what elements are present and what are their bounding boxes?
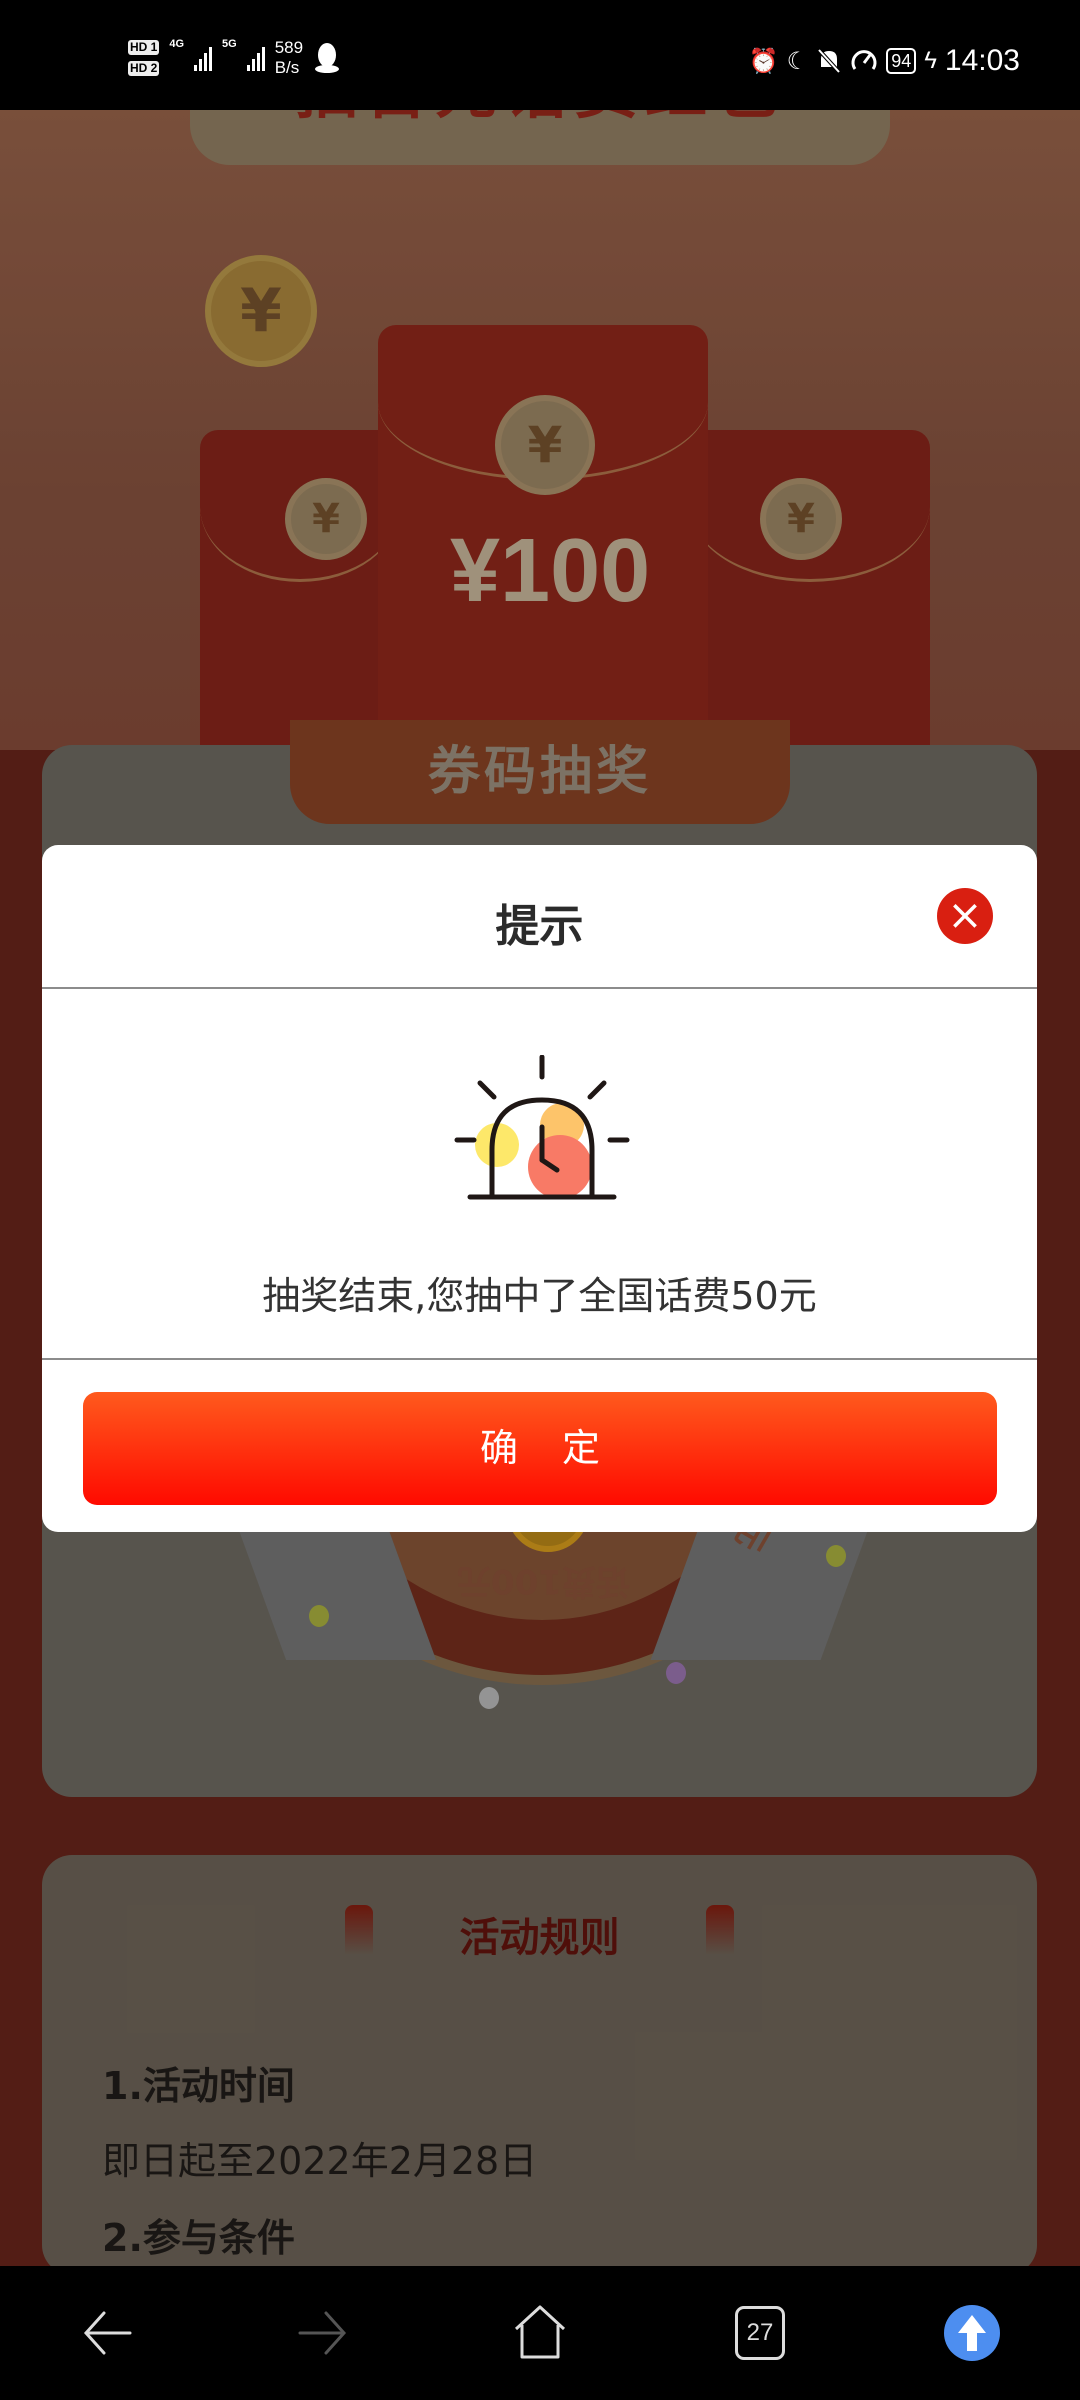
- alarm-siren-icon: [454, 1055, 630, 1200]
- rule-heading: 1.活动时间: [102, 2064, 295, 2108]
- lottery-section-title: 券码抽奖: [427, 742, 652, 802]
- rule-heading: 2.参与条件: [102, 2216, 295, 2260]
- tabs-button[interactable]: 27: [728, 2301, 792, 2365]
- rule-text: 即日起至2022年2月28日: [102, 2139, 538, 2183]
- bell-off-icon: [817, 48, 841, 74]
- signal-icon: [246, 45, 265, 71]
- forward-icon[interactable]: [290, 2301, 354, 2365]
- close-icon: ×: [947, 890, 983, 939]
- rules-title: 活动规则: [459, 1915, 620, 1961]
- back-icon[interactable]: [76, 2301, 140, 2365]
- envelope-coin-icon: ¥: [760, 478, 842, 560]
- result-dialog: 提示 × 抽奖结束,您抽中了全国话费50元 确定: [42, 845, 1037, 1532]
- wheel-prize-label: 话费100元: [457, 1561, 630, 1601]
- hero-banner: 抽百元话费红包 ¥ ¥ ¥ ¥ ¥100: [0, 110, 1080, 750]
- banner-title: 抽百元话费红包: [190, 110, 890, 130]
- tabs-count: 27: [735, 2306, 785, 2360]
- divider: [42, 1358, 1037, 1360]
- charging-icon: ϟ: [924, 47, 937, 74]
- envelope-amount: ¥100: [450, 521, 651, 621]
- alarm-icon: ⏰: [748, 47, 779, 75]
- signal-icon: [194, 45, 213, 71]
- wheel-bulb: [666, 1662, 686, 1684]
- status-bar: HD 1 HD 2 4G 5G 589 B/s ⏰ ☾ 94 ϟ 14:03: [0, 0, 1080, 110]
- envelope-coin-icon: ¥: [285, 478, 367, 560]
- confirm-button[interactable]: 确定: [83, 1392, 997, 1505]
- clock: 14:03: [944, 44, 1020, 77]
- network-speed: 589 B/s: [275, 38, 303, 78]
- speed-value: 589: [274, 38, 304, 57]
- sim2-badge: HD 2: [128, 61, 160, 76]
- divider: [42, 987, 1037, 989]
- wheel-bulb: [826, 1545, 846, 1567]
- rules-card: 活动规则 1.活动时间 即日起至2022年2月28日 2.参与条件: [42, 1855, 1037, 2275]
- network1-label: 4G: [169, 38, 185, 50]
- envelope-coin-icon: ¥: [495, 395, 595, 495]
- coin-icon: ¥: [205, 255, 317, 367]
- wheel-bulb: [479, 1687, 499, 1709]
- speed-unit: B/s: [274, 58, 300, 77]
- battery-icon: 94: [886, 48, 917, 74]
- wheel-bulb: [309, 1605, 329, 1627]
- speed-icon: [851, 50, 877, 70]
- sim-indicators: HD 1 HD 2: [128, 40, 160, 76]
- network2-label: 5G: [222, 38, 237, 50]
- dialog-message: 抽奖结束,您抽中了全国话费50元: [262, 1274, 817, 1318]
- moon-icon: ☾: [786, 47, 809, 75]
- scroll-up-icon[interactable]: [940, 2301, 1004, 2365]
- red-envelope-left: [200, 430, 400, 750]
- banner-title-plate: 抽百元话费红包: [190, 110, 890, 165]
- close-button[interactable]: ×: [937, 888, 993, 944]
- lottery-section-tab: 券码抽奖: [290, 720, 790, 824]
- home-icon[interactable]: [508, 2301, 572, 2365]
- dialog-title: 提示: [495, 901, 584, 952]
- qq-icon: [315, 43, 340, 73]
- sim1-badge: HD 1: [128, 40, 160, 55]
- browser-nav-bar: 27: [0, 2266, 1080, 2400]
